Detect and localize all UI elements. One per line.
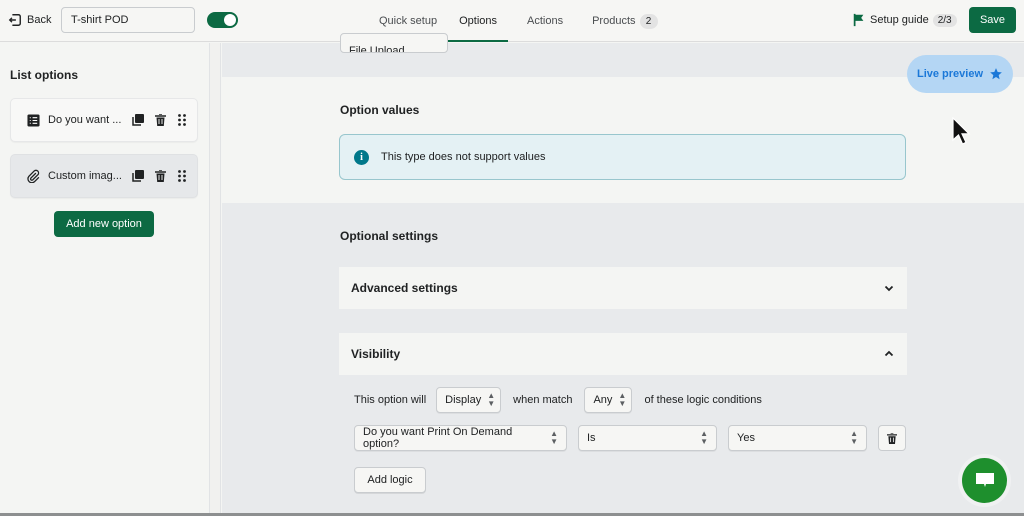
sidebar-title: List options — [10, 68, 78, 82]
duplicate-icon[interactable] — [132, 114, 144, 126]
match-select-value: Any — [593, 394, 613, 406]
drag-handle-icon[interactable] — [176, 114, 188, 126]
match-select[interactable]: Any ▲ ▼ — [584, 387, 633, 413]
select-arrows-icon: ▲ ▼ — [550, 429, 558, 446]
setup-guide-button[interactable]: Setup guide 2/3 — [852, 11, 957, 29]
tab-label: Products — [592, 15, 636, 27]
select-arrows-icon: ▲ ▼ — [700, 429, 708, 446]
tab-label: Quick setup — [379, 15, 438, 27]
select-arrows-icon: ▲ ▼ — [850, 429, 858, 446]
save-button[interactable]: Save — [969, 7, 1016, 33]
visibility-rule-row: This option will Display ▲ ▼ when match A… — [354, 387, 762, 413]
condition-row: Do you want Print On Demand option? ▲ ▼ I… — [354, 425, 906, 451]
match-label: when match — [513, 394, 573, 406]
product-title-input[interactable] — [61, 7, 195, 33]
tab-products[interactable]: Products 2 — [581, 0, 668, 42]
tab-options[interactable]: Options — [448, 0, 508, 42]
condition-option-select[interactable]: Do you want Print On Demand option? ▲ ▼ — [354, 425, 567, 451]
list-icon — [26, 113, 40, 127]
select-arrows-icon: ▲ ▼ — [487, 391, 496, 408]
toggle-knob — [224, 14, 236, 26]
mouse-cursor-icon — [952, 117, 971, 145]
option-values-title: Option values — [340, 103, 420, 117]
main-content: File Upload Option values i This type do… — [222, 33, 1024, 516]
live-preview-button[interactable]: Live preview — [907, 55, 1013, 93]
add-new-option-button[interactable]: Add new option — [54, 211, 154, 237]
info-text: This type does not support values — [381, 151, 546, 163]
chevron-down-icon — [884, 285, 894, 292]
chat-support-button[interactable] — [962, 458, 1007, 503]
info-icon: i — [354, 149, 369, 165]
live-preview-label: Live preview — [916, 68, 984, 80]
chat-bubble-icon — [975, 472, 994, 487]
products-count-badge: 2 — [639, 13, 658, 29]
action-select-value: Display — [445, 394, 482, 406]
flag-icon — [853, 13, 864, 27]
delete-icon[interactable] — [154, 114, 166, 126]
option-item-selected[interactable]: Custom imag... — [10, 154, 198, 198]
rule-prefix-text: This option will — [354, 394, 427, 406]
sidebar: List options Do you want ... Custom imag… — [0, 43, 210, 516]
option-type-select[interactable]: File Upload — [340, 33, 448, 53]
drag-handle-icon[interactable] — [176, 170, 188, 182]
option-label: Do you want ... — [48, 114, 122, 126]
option-item[interactable]: Do you want ... — [10, 98, 198, 142]
advanced-settings-accordion[interactable]: Advanced settings — [339, 267, 907, 309]
tab-label: Options — [459, 15, 498, 27]
visibility-accordion[interactable]: Visibility — [339, 333, 907, 375]
rule-suffix-text: of these logic conditions — [644, 394, 762, 406]
option-type-value: File Upload — [349, 45, 405, 53]
enabled-toggle[interactable] — [207, 12, 238, 28]
option-label: Custom imag... — [48, 170, 122, 182]
back-label: Back — [27, 14, 52, 26]
duplicate-icon[interactable] — [132, 170, 144, 182]
trash-icon — [887, 432, 897, 444]
star-icon — [990, 68, 1002, 80]
tab-actions[interactable]: Actions — [516, 0, 574, 42]
action-select[interactable]: Display ▲ ▼ — [436, 387, 502, 413]
visibility-label: Visibility — [351, 347, 401, 361]
delete-icon[interactable] — [154, 170, 166, 182]
add-logic-button[interactable]: Add logic — [354, 467, 426, 493]
select-arrows-icon: ▲ ▼ — [618, 391, 627, 408]
chevron-up-icon — [884, 350, 894, 357]
paperclip-icon — [26, 169, 40, 183]
back-icon — [8, 14, 21, 26]
tab-label: Actions — [527, 15, 564, 27]
option-values-section: Option values i This type does not suppo… — [222, 77, 1024, 203]
delete-condition-button[interactable] — [878, 425, 906, 451]
setup-guide-label: Setup guide — [870, 14, 929, 26]
condition-option-value: Do you want Print On Demand option? — [363, 426, 513, 450]
advanced-settings-label: Advanced settings — [351, 281, 458, 295]
condition-operator-value: Is — [587, 432, 596, 444]
setup-progress-badge: 2/3 — [932, 13, 957, 27]
condition-value-select[interactable]: Yes ▲ ▼ — [728, 425, 867, 451]
top-bar: Back Quick setup Options Actions Product… — [0, 0, 1024, 42]
optional-settings-title: Optional settings — [340, 229, 439, 243]
condition-operator-select[interactable]: Is ▲ ▼ — [578, 425, 717, 451]
back-button[interactable]: Back — [8, 11, 51, 29]
condition-value-value: Yes — [737, 432, 755, 444]
info-banner: i This type does not support values — [339, 134, 906, 180]
sidebar-divider[interactable] — [210, 43, 221, 516]
